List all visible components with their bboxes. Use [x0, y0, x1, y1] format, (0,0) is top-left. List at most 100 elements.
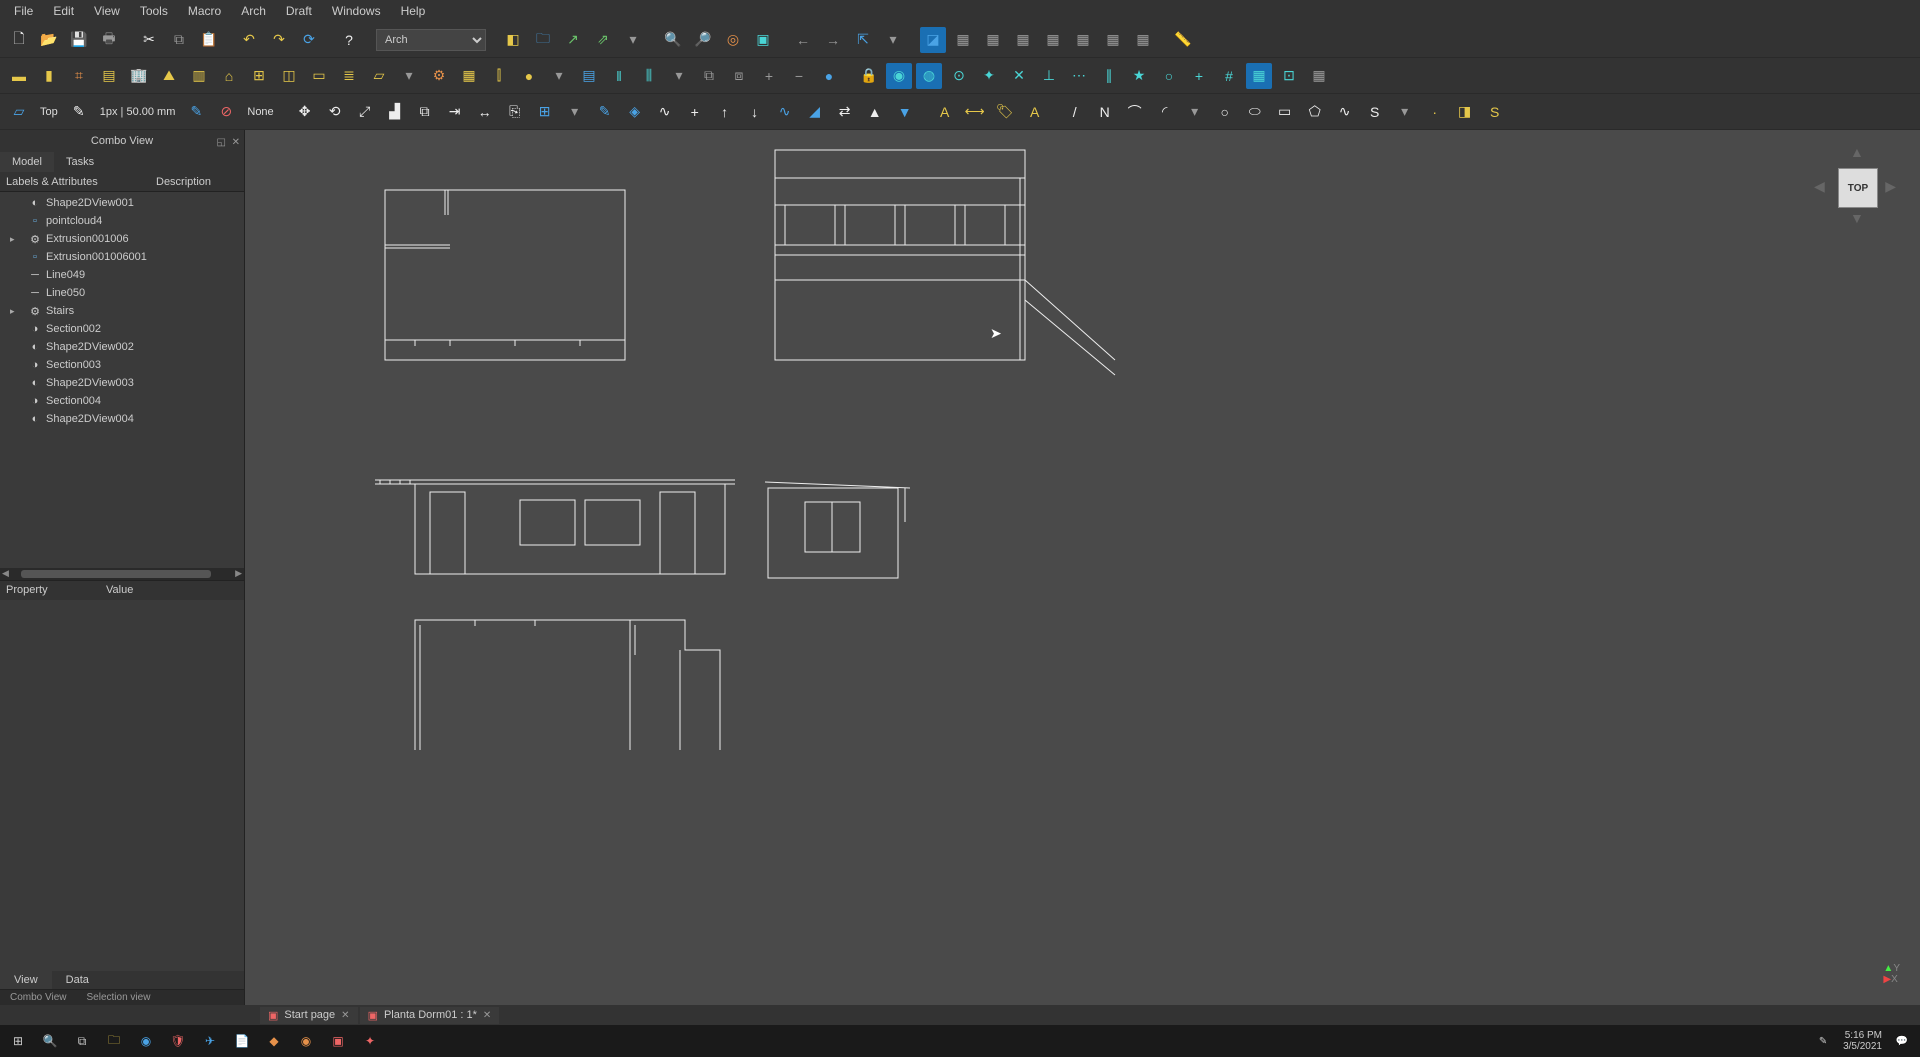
facebinder-icon[interactable]: ◨: [1452, 99, 1478, 125]
menu-file[interactable]: File: [4, 2, 43, 20]
wire2bspline-icon[interactable]: ∿: [652, 99, 678, 125]
rotate-icon[interactable]: ⟲: [322, 99, 348, 125]
tab-model[interactable]: Model: [0, 152, 54, 172]
3d-viewport[interactable]: ➤ ▲ ▼ ◀ ▶ TOP ▲Y ▶X: [245, 130, 1920, 1005]
workplane-icon[interactable]: ▱: [6, 99, 32, 125]
flipdim-icon[interactable]: ⇄: [832, 99, 858, 125]
snap-midpoint-icon[interactable]: ◍: [916, 63, 942, 89]
dropdown8-icon[interactable]: ▾: [1392, 99, 1418, 125]
construct-icon[interactable]: ✎: [183, 99, 209, 125]
doctab-planta[interactable]: ▣ Planta Dorm01 : 1* ✕: [360, 1007, 500, 1024]
bezier-icon[interactable]: S: [1362, 99, 1388, 125]
menu-view[interactable]: View: [84, 2, 130, 20]
arc-icon[interactable]: ◜: [1152, 99, 1178, 125]
fit-icon[interactable]: 🔍: [660, 27, 686, 53]
axis-icon[interactable]: ⊞: [246, 63, 272, 89]
roof-icon[interactable]: ⌂: [216, 63, 242, 89]
tree-item[interactable]: ◐Shape2DView003: [0, 374, 244, 392]
tree-item[interactable]: ◑Section002: [0, 320, 244, 338]
menu-arch[interactable]: Arch: [231, 2, 276, 20]
snap-intersect-icon[interactable]: ✕: [1006, 63, 1032, 89]
cutline-icon[interactable]: ⧈: [726, 63, 752, 89]
line-icon[interactable]: /: [1062, 99, 1088, 125]
stretch-icon[interactable]: ↔: [472, 99, 498, 125]
space-icon[interactable]: ▭: [306, 63, 332, 89]
togglegrid-icon[interactable]: ▦: [1306, 63, 1332, 89]
subhighlight-icon[interactable]: ◈: [622, 99, 648, 125]
doctab-start-page[interactable]: ▣ Start page ✕: [260, 1007, 358, 1024]
snap-endpoint-icon[interactable]: ◉: [886, 63, 912, 89]
snap-center-icon[interactable]: ⊙: [946, 63, 972, 89]
linkgroup-icon[interactable]: ⇗: [590, 27, 616, 53]
brave-icon[interactable]: 🛡: [166, 1029, 190, 1053]
group-icon[interactable]: 🗀: [530, 27, 556, 53]
tab-combo-view[interactable]: Combo View: [0, 990, 77, 1005]
array-icon[interactable]: ⊞: [532, 99, 558, 125]
wire-icon[interactable]: N: [1092, 99, 1118, 125]
notifications-icon[interactable]: 💬: [1890, 1029, 1914, 1053]
menu-macro[interactable]: Macro: [178, 2, 231, 20]
downgrade-icon[interactable]: ▼: [892, 99, 918, 125]
measure-icon[interactable]: 📏: [1170, 27, 1196, 53]
menu-edit[interactable]: Edit: [43, 2, 84, 20]
rect-icon[interactable]: ▭: [1272, 99, 1298, 125]
dropdown7-icon[interactable]: ▾: [1182, 99, 1208, 125]
slope-icon[interactable]: ◢: [802, 99, 828, 125]
remcomp-icon[interactable]: −: [786, 63, 812, 89]
edit-icon[interactable]: ✎: [592, 99, 618, 125]
snap-ortho-icon[interactable]: +: [1186, 63, 1212, 89]
print-icon[interactable]: 🖶: [96, 27, 122, 53]
tree-item[interactable]: ◐Shape2DView001: [0, 194, 244, 212]
equipment-icon[interactable]: ⚙: [426, 63, 452, 89]
snap-wp-icon[interactable]: ▦: [1246, 63, 1272, 89]
tree-item[interactable]: ▸⚙Stairs: [0, 302, 244, 320]
tree-item[interactable]: ─Line050: [0, 284, 244, 302]
upgrade-icon[interactable]: ▲: [862, 99, 888, 125]
delpoint-icon[interactable]: ↑: [712, 99, 738, 125]
edge-icon[interactable]: ◉: [134, 1029, 158, 1053]
search-icon[interactable]: 🔍: [38, 1029, 62, 1053]
taskview-icon[interactable]: ⧉: [70, 1029, 94, 1053]
expand-arrow-icon[interactable]: ▸: [10, 234, 15, 245]
sectionplane-icon[interactable]: ◫: [276, 63, 302, 89]
undo-icon[interactable]: ↶: [236, 27, 262, 53]
app-icon[interactable]: ◆: [262, 1029, 286, 1053]
tree-item[interactable]: ◐Shape2DView002: [0, 338, 244, 356]
stairs-icon[interactable]: ≣: [336, 63, 362, 89]
cut-icon[interactable]: ✂: [136, 27, 162, 53]
drawstyle-icon[interactable]: ◎: [720, 27, 746, 53]
rebar-icon[interactable]: ⌗: [66, 63, 92, 89]
tree-item[interactable]: ▫pointcloud4: [0, 212, 244, 230]
linewidth-icon[interactable]: ✎: [66, 99, 92, 125]
snap-dim-icon[interactable]: ⊡: [1276, 63, 1302, 89]
building-icon[interactable]: 🏢: [126, 63, 152, 89]
point-icon[interactable]: ·: [1422, 99, 1448, 125]
undock-icon[interactable]: ◱: [217, 132, 226, 154]
material-icon[interactable]: ●: [516, 63, 542, 89]
save-icon[interactable]: 💾: [66, 27, 92, 53]
dropdown6-icon[interactable]: ▾: [562, 99, 588, 125]
dropdown5-icon[interactable]: ▾: [666, 63, 692, 89]
menu-draft[interactable]: Draft: [276, 2, 322, 20]
tree-item[interactable]: ▸⚙Extrusion001006: [0, 230, 244, 248]
lock-icon[interactable]: 🔒: [856, 63, 882, 89]
tree-item[interactable]: ▫Extrusion001006001: [0, 248, 244, 266]
shape2d-icon[interactable]: ↓: [742, 99, 768, 125]
clone-icon[interactable]: ⎘: [502, 99, 528, 125]
tab-selection-view[interactable]: Selection view: [77, 990, 161, 1005]
pen-input-icon[interactable]: ✎: [1811, 1029, 1835, 1053]
dropdown4-icon[interactable]: ▾: [546, 63, 572, 89]
libreoffice-icon[interactable]: 📄: [230, 1029, 254, 1053]
menu-help[interactable]: Help: [391, 2, 436, 20]
pipeconn-icon[interactable]: ⫼: [636, 63, 662, 89]
freecad-taskbar-icon[interactable]: ▣: [326, 1029, 350, 1053]
autogroup-label[interactable]: None: [243, 106, 277, 118]
snap-grid-icon[interactable]: #: [1216, 63, 1242, 89]
draft2sketch-icon[interactable]: ∿: [772, 99, 798, 125]
shapestring-icon[interactable]: S: [1482, 99, 1508, 125]
bottom-icon[interactable]: ▦: [1070, 27, 1096, 53]
addcomp-icon[interactable]: +: [756, 63, 782, 89]
tree-item[interactable]: ◑Section004: [0, 392, 244, 410]
nav-left-icon[interactable]: ←: [790, 27, 816, 53]
polygon-icon[interactable]: ⬠: [1302, 99, 1328, 125]
